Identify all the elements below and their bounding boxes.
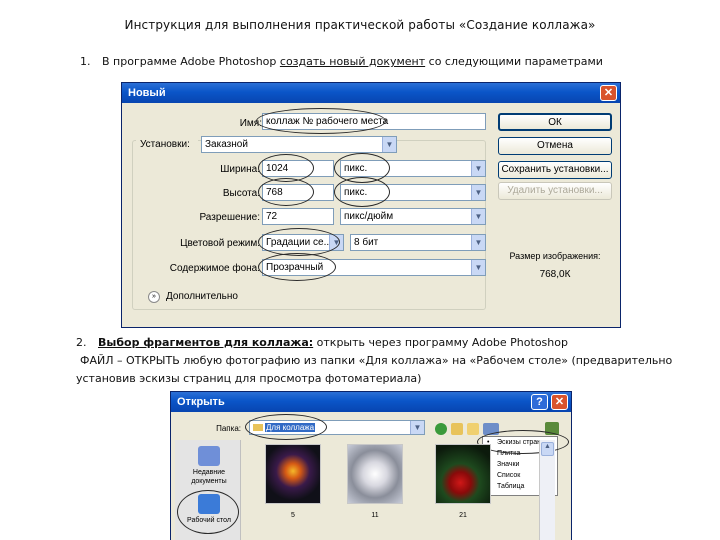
width-unit-select[interactable]: пикс. ▼ — [340, 160, 486, 177]
advanced-toggle[interactable]: Дополнительно — [166, 291, 238, 302]
thumbnail-caption: 21 — [459, 512, 467, 519]
height-field[interactable]: 768 — [262, 184, 334, 201]
ok-button[interactable]: ОК — [498, 113, 612, 131]
thumbnail-image[interactable] — [347, 444, 403, 504]
step-2: 2. Выбор фрагментов для коллажа: открыть … — [76, 334, 568, 352]
thumbnail-image[interactable] — [435, 444, 491, 504]
color-mode-select[interactable]: Градации се... ▼ — [262, 234, 344, 251]
back-icon[interactable] — [435, 423, 447, 435]
image-size-value: 768,0К — [539, 269, 571, 280]
step-1-number: 1. — [80, 55, 91, 68]
chevron-down-icon: ▼ — [382, 137, 396, 152]
chevron-down-icon: ▼ — [471, 209, 485, 224]
folder-label: Папка: — [216, 424, 241, 433]
up-folder-icon[interactable] — [451, 423, 463, 435]
resolution-label: Разрешение: — [199, 212, 260, 223]
thumbnail-caption: 5 — [291, 512, 295, 519]
document-title: Инструкция для выполнения практической р… — [124, 18, 596, 32]
height-label: Высота: — [222, 188, 260, 199]
thumbnail-caption: 11 — [371, 512, 379, 519]
chevron-down-icon: ▼ — [471, 260, 485, 275]
background-label: Содержимое фона: — [169, 263, 260, 274]
chevron-double-down-icon[interactable]: » — [148, 291, 160, 303]
step-2-line-2: ФАЙЛ – ОТКРЫТЬ любую фотографию из папки… — [80, 354, 673, 367]
save-preset-button[interactable]: Сохранить установки... — [498, 161, 612, 179]
new-dialog-title: Новый — [128, 87, 166, 99]
preset-select[interactable]: Заказной ▼ — [201, 136, 397, 153]
name-field[interactable]: коллаж № рабочего места — [262, 113, 486, 130]
new-folder-icon[interactable] — [467, 423, 479, 435]
folder-icon — [253, 424, 263, 432]
open-dialog-title: Открыть — [177, 396, 225, 408]
name-label: Имя: — [239, 118, 262, 129]
color-mode-label: Цветовой режим: — [180, 238, 260, 249]
background-select[interactable]: Прозрачный ▼ — [262, 259, 486, 276]
new-dialog-titlebar: Новый ✕ — [122, 83, 620, 103]
chevron-down-icon: ▼ — [410, 421, 424, 434]
step-2-line-3: установив эскизы страниц для просмотра ф… — [76, 372, 422, 385]
close-icon[interactable]: ✕ — [551, 394, 568, 410]
new-document-dialog: Новый ✕ Имя: коллаж № рабочего места Уст… — [121, 82, 621, 328]
bit-depth-select[interactable]: 8 бит ▼ — [350, 234, 486, 251]
close-icon[interactable]: ✕ — [600, 85, 617, 101]
delete-preset-button[interactable]: Удалить установки... — [498, 182, 612, 200]
chevron-down-icon: ▼ — [471, 235, 485, 250]
width-label: Ширина: — [220, 164, 260, 175]
open-dialog: Открыть ? ✕ Папка: Для коллажа ▼ • Эскизы… — [170, 391, 572, 540]
image-size-label: Размер изображения: — [509, 251, 601, 261]
height-unit-select[interactable]: пикс. ▼ — [340, 184, 486, 201]
thumbnail-image[interactable] — [265, 444, 321, 504]
camera-icon[interactable] — [545, 422, 559, 435]
resolution-unit-select[interactable]: пикс/дюйм ▼ — [340, 208, 486, 225]
step-2-heading: Выбор фрагментов для коллажа: — [98, 336, 314, 349]
chevron-down-icon: ▼ — [471, 185, 485, 200]
open-dialog-titlebar: Открыть ? ✕ — [171, 392, 571, 412]
place-desktop[interactable]: Рабочий стол — [181, 494, 237, 525]
help-icon[interactable]: ? — [531, 394, 548, 410]
chevron-down-icon: ▼ — [329, 235, 343, 250]
vertical-scrollbar[interactable]: ▲ — [539, 440, 555, 540]
step-2-number: 2. — [76, 336, 87, 349]
step-1-link: создать новый документ — [279, 55, 426, 68]
chevron-down-icon: ▼ — [471, 161, 485, 176]
clock-document-icon — [198, 446, 220, 466]
view-menu-icon[interactable] — [483, 423, 499, 435]
desktop-icon — [198, 494, 220, 514]
chevron-up-icon[interactable]: ▲ — [541, 442, 554, 456]
folder-toolbar — [435, 423, 515, 435]
step-1-text-before: В программе Adobe Photoshop — [102, 55, 280, 68]
preset-label: Установки: — [136, 139, 198, 150]
width-field[interactable]: 1024 — [262, 160, 334, 177]
step-2-text: открыть через программу Adobe Photoshop — [313, 336, 568, 349]
folder-select[interactable]: Для коллажа ▼ — [249, 420, 425, 435]
resolution-field[interactable]: 72 — [262, 208, 334, 225]
step-1-text-after: со следующими параметрами — [425, 55, 603, 68]
cancel-button[interactable]: Отмена — [498, 137, 612, 155]
place-recent-documents[interactable]: Недавние документы — [181, 446, 237, 486]
step-1: 1. В программе Adobe Photoshop создать но… — [80, 53, 603, 71]
